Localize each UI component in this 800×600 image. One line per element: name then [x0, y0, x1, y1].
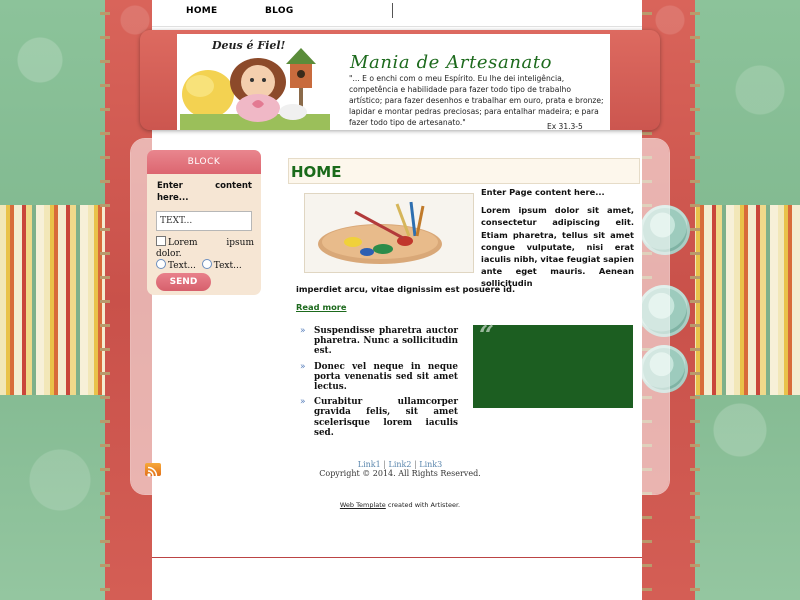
- radio-button[interactable]: [156, 259, 166, 269]
- quote-mark: “: [479, 321, 494, 351]
- decor-stitch: [690, 0, 700, 600]
- decor-stripes-right: [690, 205, 800, 395]
- radio-label: Text...: [213, 261, 242, 271]
- footer-link-1[interactable]: Link1: [358, 460, 381, 469]
- list-item: Suspendisse pharetra auctor pharetra. Nu…: [300, 326, 458, 357]
- footer-link-3[interactable]: Link3: [419, 460, 442, 469]
- footer-copyright: Copyright © 2014. All Rights Reserved.: [319, 469, 481, 478]
- bottom-divider: [152, 557, 642, 558]
- nav-separator: [392, 3, 393, 18]
- decor-stripes-left: [0, 205, 110, 395]
- sidebar-checkbox-row[interactable]: Lorem ipsum dolor.: [156, 236, 254, 260]
- credit-text: created with Artisteer.: [387, 501, 461, 509]
- read-more-link[interactable]: Read more: [296, 302, 347, 312]
- article-paragraph: Lorem ipsum dolor sit amet, consectetur …: [481, 205, 634, 289]
- footer-links: Link1 | Link2 | Link3: [300, 460, 500, 469]
- radio-label: Text...: [168, 261, 196, 271]
- rss-icon[interactable]: [145, 463, 161, 477]
- sidebar-block-text: Enter content here...: [157, 181, 252, 203]
- checkbox-label: Lorem ipsum dolor.: [156, 238, 254, 259]
- article-intro: Enter Page content here...: [481, 187, 605, 197]
- footer-link-separator: |: [414, 460, 417, 469]
- header-verse-ref: Ex 31.3-5: [547, 122, 583, 131]
- doll-illustration: [180, 48, 330, 130]
- article-paragraph-cont: imperdiet arcu, vitae dignissim est posu…: [296, 284, 516, 294]
- sidebar-radio-row: Text... Text...: [156, 259, 242, 271]
- footer-link-separator: |: [383, 460, 386, 469]
- paint-palette-image: [304, 193, 474, 273]
- article-bullet-list: Suspendisse pharetra auctor pharetra. Nu…: [300, 326, 458, 443]
- site-title: Mania de Artesanato: [350, 52, 553, 73]
- rss-icon-glyph: [147, 466, 158, 477]
- sidebar-block-title: BLOCK: [147, 150, 261, 174]
- article-body: Enter Page content here... Lorem ipsum d…: [481, 186, 634, 290]
- footer-credit: Web Template created with Artisteer.: [300, 501, 500, 509]
- decor-stitch: [100, 0, 110, 600]
- article-title: HOME: [291, 163, 342, 181]
- quote-box: [473, 325, 633, 408]
- send-button[interactable]: SEND: [156, 273, 211, 291]
- footer-link-2[interactable]: Link2: [389, 460, 412, 469]
- nav-home-link[interactable]: HOME: [186, 6, 218, 16]
- web-template-link[interactable]: Web Template: [340, 501, 386, 509]
- list-item: Curabitur ullamcorper gravida felis, sit…: [300, 397, 458, 438]
- header-verse: "... E o enchi com o meu Espírito. Eu lh…: [349, 74, 604, 127]
- radio-button[interactable]: [201, 259, 212, 269]
- checkbox[interactable]: [156, 236, 166, 246]
- sidebar-text-input[interactable]: [156, 211, 252, 231]
- list-item: Donec vel neque in neque porta venenatis…: [300, 362, 458, 393]
- header-motto: Deus é Fiel!: [212, 39, 286, 52]
- top-nav: HOME BLOG: [152, 0, 642, 27]
- nav-blog-link[interactable]: BLOG: [265, 6, 294, 16]
